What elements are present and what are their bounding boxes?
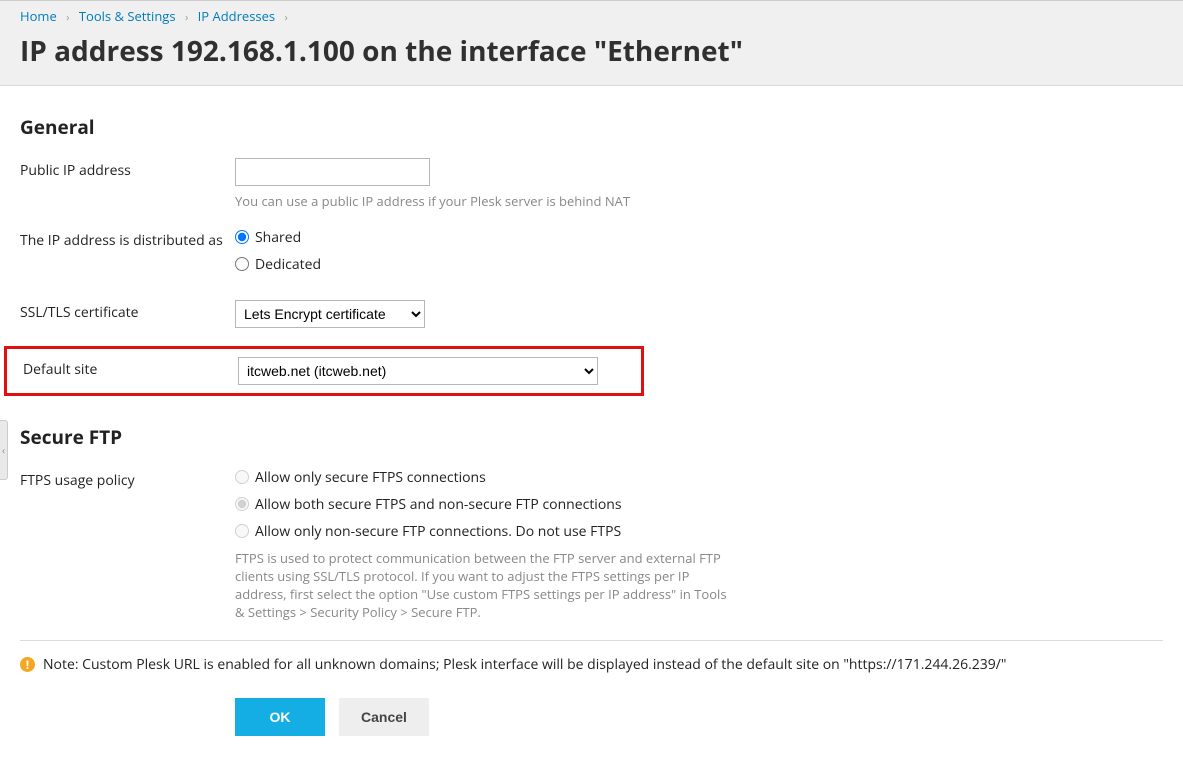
chevron-right-icon: › bbox=[60, 10, 75, 25]
note-text: Note: Custom Plesk URL is enabled for al… bbox=[43, 655, 1006, 674]
row-default-site: Default site itcweb.net (itcweb.net) bbox=[23, 357, 637, 385]
row-distributed-as: The IP address is distributed as Shared … bbox=[20, 228, 1163, 282]
ok-button[interactable]: OK bbox=[235, 698, 325, 736]
page-title: IP address 192.168.1.100 on the interfac… bbox=[20, 35, 1163, 69]
divider bbox=[20, 640, 1163, 641]
note-row: ! Note: Custom Plesk URL is enabled for … bbox=[20, 655, 1163, 674]
radio-ftps-secure-only-input[interactable] bbox=[235, 470, 249, 484]
row-ftps-policy: FTPS usage policy Allow only secure FTPS… bbox=[20, 468, 1163, 622]
chevron-right-icon: › bbox=[179, 10, 194, 25]
breadcrumb: Home › Tools & Settings › IP Addresses › bbox=[20, 5, 1163, 35]
radio-ftps-nonsecure-only[interactable]: Allow only non-secure FTP connections. D… bbox=[235, 522, 875, 541]
highlight-default-site: Default site itcweb.net (itcweb.net) bbox=[4, 346, 644, 396]
warning-icon: ! bbox=[20, 657, 35, 672]
distributed-label: The IP address is distributed as bbox=[20, 228, 235, 250]
radio-shared-label: Shared bbox=[255, 228, 301, 247]
chevron-right-icon: › bbox=[279, 10, 294, 25]
radio-ftps-nonsecure-only-input[interactable] bbox=[235, 524, 249, 538]
section-general-title: General bbox=[20, 114, 1163, 140]
chevron-left-icon: ‹ bbox=[2, 443, 5, 457]
radio-shared-input[interactable] bbox=[235, 230, 249, 244]
breadcrumb-ip-addresses[interactable]: IP Addresses bbox=[198, 7, 275, 25]
ssl-cert-select[interactable]: Lets Encrypt certificate bbox=[235, 300, 425, 328]
radio-dedicated[interactable]: Dedicated bbox=[235, 255, 875, 274]
default-site-label: Default site bbox=[23, 357, 238, 379]
public-ip-label: Public IP address bbox=[20, 158, 235, 180]
radio-ftps-secure-only[interactable]: Allow only secure FTPS connections bbox=[235, 468, 875, 487]
ssl-cert-label: SSL/TLS certificate bbox=[20, 300, 235, 322]
radio-dedicated-input[interactable] bbox=[235, 257, 249, 271]
radio-ftps-both-label: Allow both secure FTPS and non-secure FT… bbox=[255, 495, 622, 514]
radio-ftps-both[interactable]: Allow both secure FTPS and non-secure FT… bbox=[235, 495, 875, 514]
ftps-policy-label: FTPS usage policy bbox=[20, 468, 235, 490]
breadcrumb-tools-settings[interactable]: Tools & Settings bbox=[79, 7, 176, 25]
section-secure-ftp-title: Secure FTP bbox=[20, 424, 1163, 450]
content-area: General Public IP address You can use a … bbox=[0, 86, 1183, 756]
row-ssl-cert: SSL/TLS certificate Lets Encrypt certifi… bbox=[20, 300, 1163, 328]
button-row: OK Cancel bbox=[20, 698, 1163, 736]
breadcrumb-home[interactable]: Home bbox=[20, 7, 57, 25]
page-header: Home › Tools & Settings › IP Addresses ›… bbox=[0, 0, 1183, 86]
row-public-ip: Public IP address You can use a public I… bbox=[20, 158, 1163, 210]
left-collapse-tab[interactable]: ‹ bbox=[0, 420, 8, 480]
cancel-button[interactable]: Cancel bbox=[339, 698, 429, 736]
ftps-hint: FTPS is used to protect communication be… bbox=[235, 549, 735, 622]
public-ip-hint: You can use a public IP address if your … bbox=[235, 192, 875, 210]
radio-ftps-secure-only-label: Allow only secure FTPS connections bbox=[255, 468, 486, 487]
public-ip-input[interactable] bbox=[235, 158, 430, 186]
radio-shared[interactable]: Shared bbox=[235, 228, 875, 247]
default-site-select[interactable]: itcweb.net (itcweb.net) bbox=[238, 357, 598, 385]
radio-dedicated-label: Dedicated bbox=[255, 255, 321, 274]
radio-ftps-nonsecure-only-label: Allow only non-secure FTP connections. D… bbox=[255, 522, 621, 541]
radio-ftps-both-input[interactable] bbox=[235, 497, 249, 511]
